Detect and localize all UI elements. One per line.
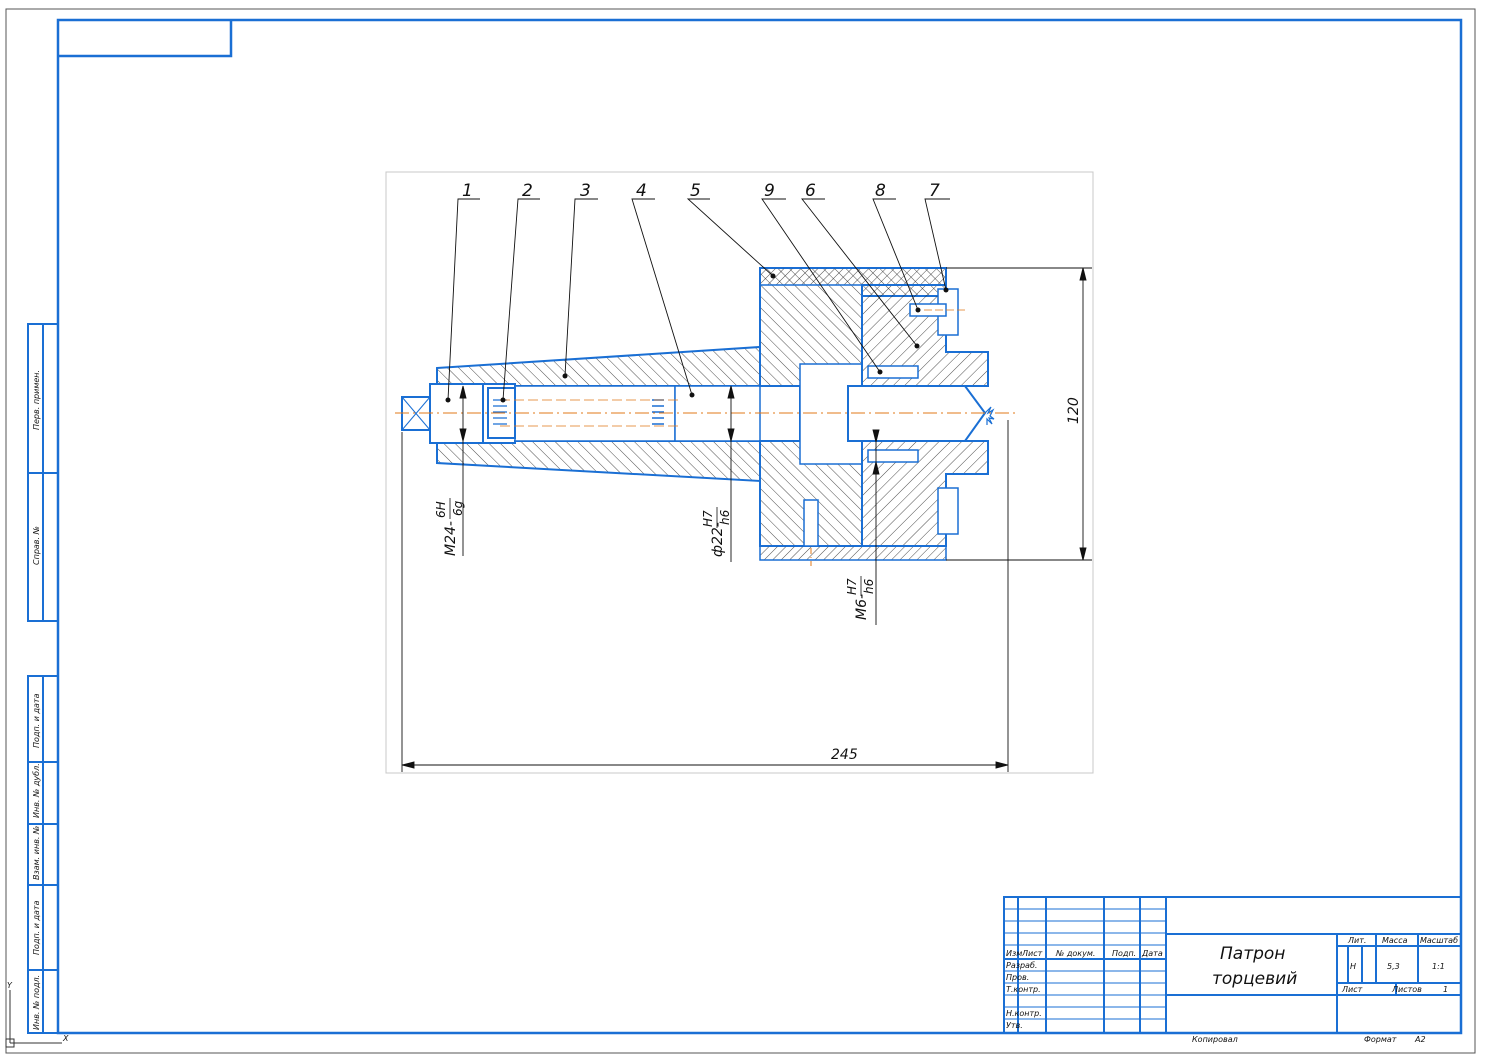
tb-row-razrab: Разраб.	[1006, 961, 1037, 970]
side-label-vzam-inv: Взам. инв. №	[32, 826, 41, 880]
tb-mass-label: Масса	[1382, 936, 1408, 945]
tb-title-line2: торцевий	[1212, 969, 1297, 989]
dim-height: 120	[1066, 397, 1082, 424]
callout-7: 7	[929, 181, 940, 201]
tb-col-izm: Изм	[1006, 949, 1022, 958]
drawing-sheet: Перв. примен. Справ. № Подп. и дата Инв.…	[5, 8, 1476, 1054]
dim-fit-shaft-den: h6	[718, 509, 732, 525]
dim-overall-length: 245	[831, 747, 858, 763]
tb-title-line1: Патрон	[1220, 944, 1285, 964]
dim-fit-pin-num: H7	[845, 578, 859, 595]
axis-y-label: Y	[7, 981, 13, 990]
tb-col-ndokum: № докум.	[1055, 949, 1095, 958]
callout-2: 2	[522, 181, 533, 201]
tb-scale-value: 1:1	[1432, 962, 1445, 971]
axis-x-label: X	[62, 1034, 69, 1043]
callout-9: 9	[764, 181, 775, 201]
side-label-sprav: Справ. №	[32, 526, 41, 565]
tb-sheet-label: Лист	[1341, 985, 1363, 994]
tb-format-label: Формат	[1364, 1035, 1397, 1044]
tb-row-tkontr: Т.контр.	[1006, 985, 1041, 994]
tb-col-data: Дата	[1141, 949, 1163, 958]
tb-row-nkontr: Н.контр.	[1006, 1009, 1042, 1018]
dim-fit-pin-base: M6-	[854, 594, 870, 620]
dim-fit-thread-base: M24-	[443, 521, 459, 556]
dim-fit-pin-den: h6	[862, 578, 876, 594]
dim-fit-thread-num: 6H	[434, 501, 448, 518]
tb-mass-value: 5,3	[1387, 962, 1400, 971]
side-label-inv-podl: Инв. № подл.	[32, 975, 41, 1030]
tb-scale-label: Масштаб	[1420, 936, 1458, 945]
dim-fit-shaft-num: H7	[701, 510, 715, 527]
side-label-podp-data-2: Подп. и дата	[32, 900, 41, 955]
callout-6: 6	[805, 181, 816, 201]
part-9-pin-upper	[867, 365, 919, 379]
tb-sheets-value: 1	[1443, 985, 1448, 994]
tb-copied-label: Копировал	[1192, 1035, 1238, 1044]
tb-lit-label: Лит.	[1347, 936, 1366, 945]
side-label-inv-dubl: Инв. № дубл.	[32, 763, 41, 818]
center-pin	[847, 385, 987, 442]
side-label-podp-data-1: Подп. и дата	[32, 693, 41, 748]
tb-col-podp: Подп.	[1112, 949, 1136, 958]
callout-5: 5	[690, 181, 701, 201]
tb-sheets-label: Листов	[1391, 985, 1422, 994]
side-label-perv-primen: Перв. примен.	[32, 370, 41, 430]
tb-format-value: А2	[1414, 1035, 1426, 1044]
tb-col-list: Лист	[1021, 949, 1043, 958]
flange-screw	[803, 499, 819, 547]
tb-row-prov: Пров.	[1006, 973, 1029, 982]
callout-1: 1	[462, 181, 473, 201]
callout-3: 3	[580, 181, 591, 201]
tb-row-utv: Утв.	[1006, 1021, 1023, 1030]
dim-fit-thread-den: 6g	[451, 500, 465, 516]
callout-8: 8	[875, 181, 886, 201]
tb-lit-value: Н	[1350, 962, 1356, 971]
callout-4: 4	[636, 181, 647, 201]
part-9-pin-lower	[867, 449, 919, 463]
